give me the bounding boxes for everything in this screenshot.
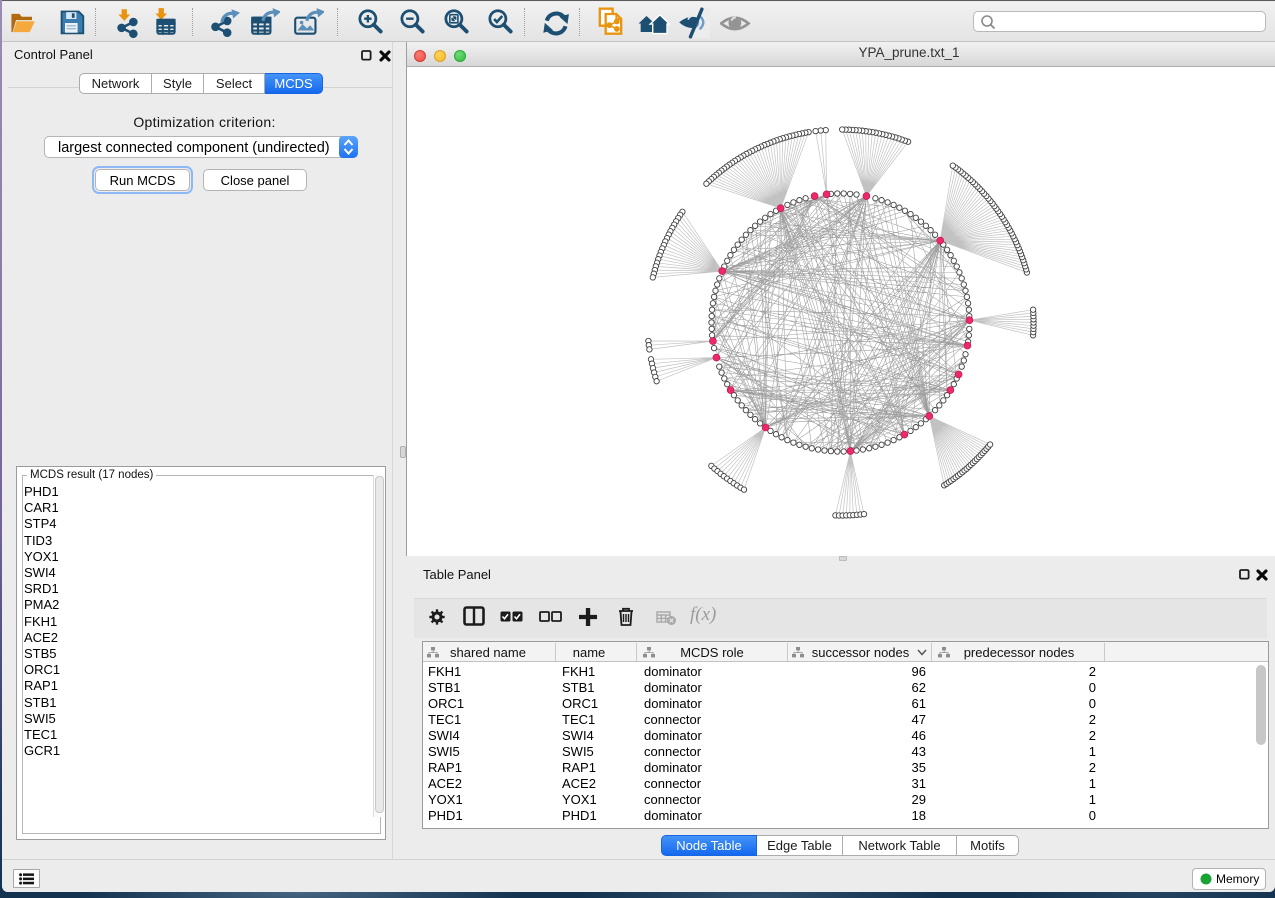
svg-text:f(x): f(x) [690, 604, 716, 625]
